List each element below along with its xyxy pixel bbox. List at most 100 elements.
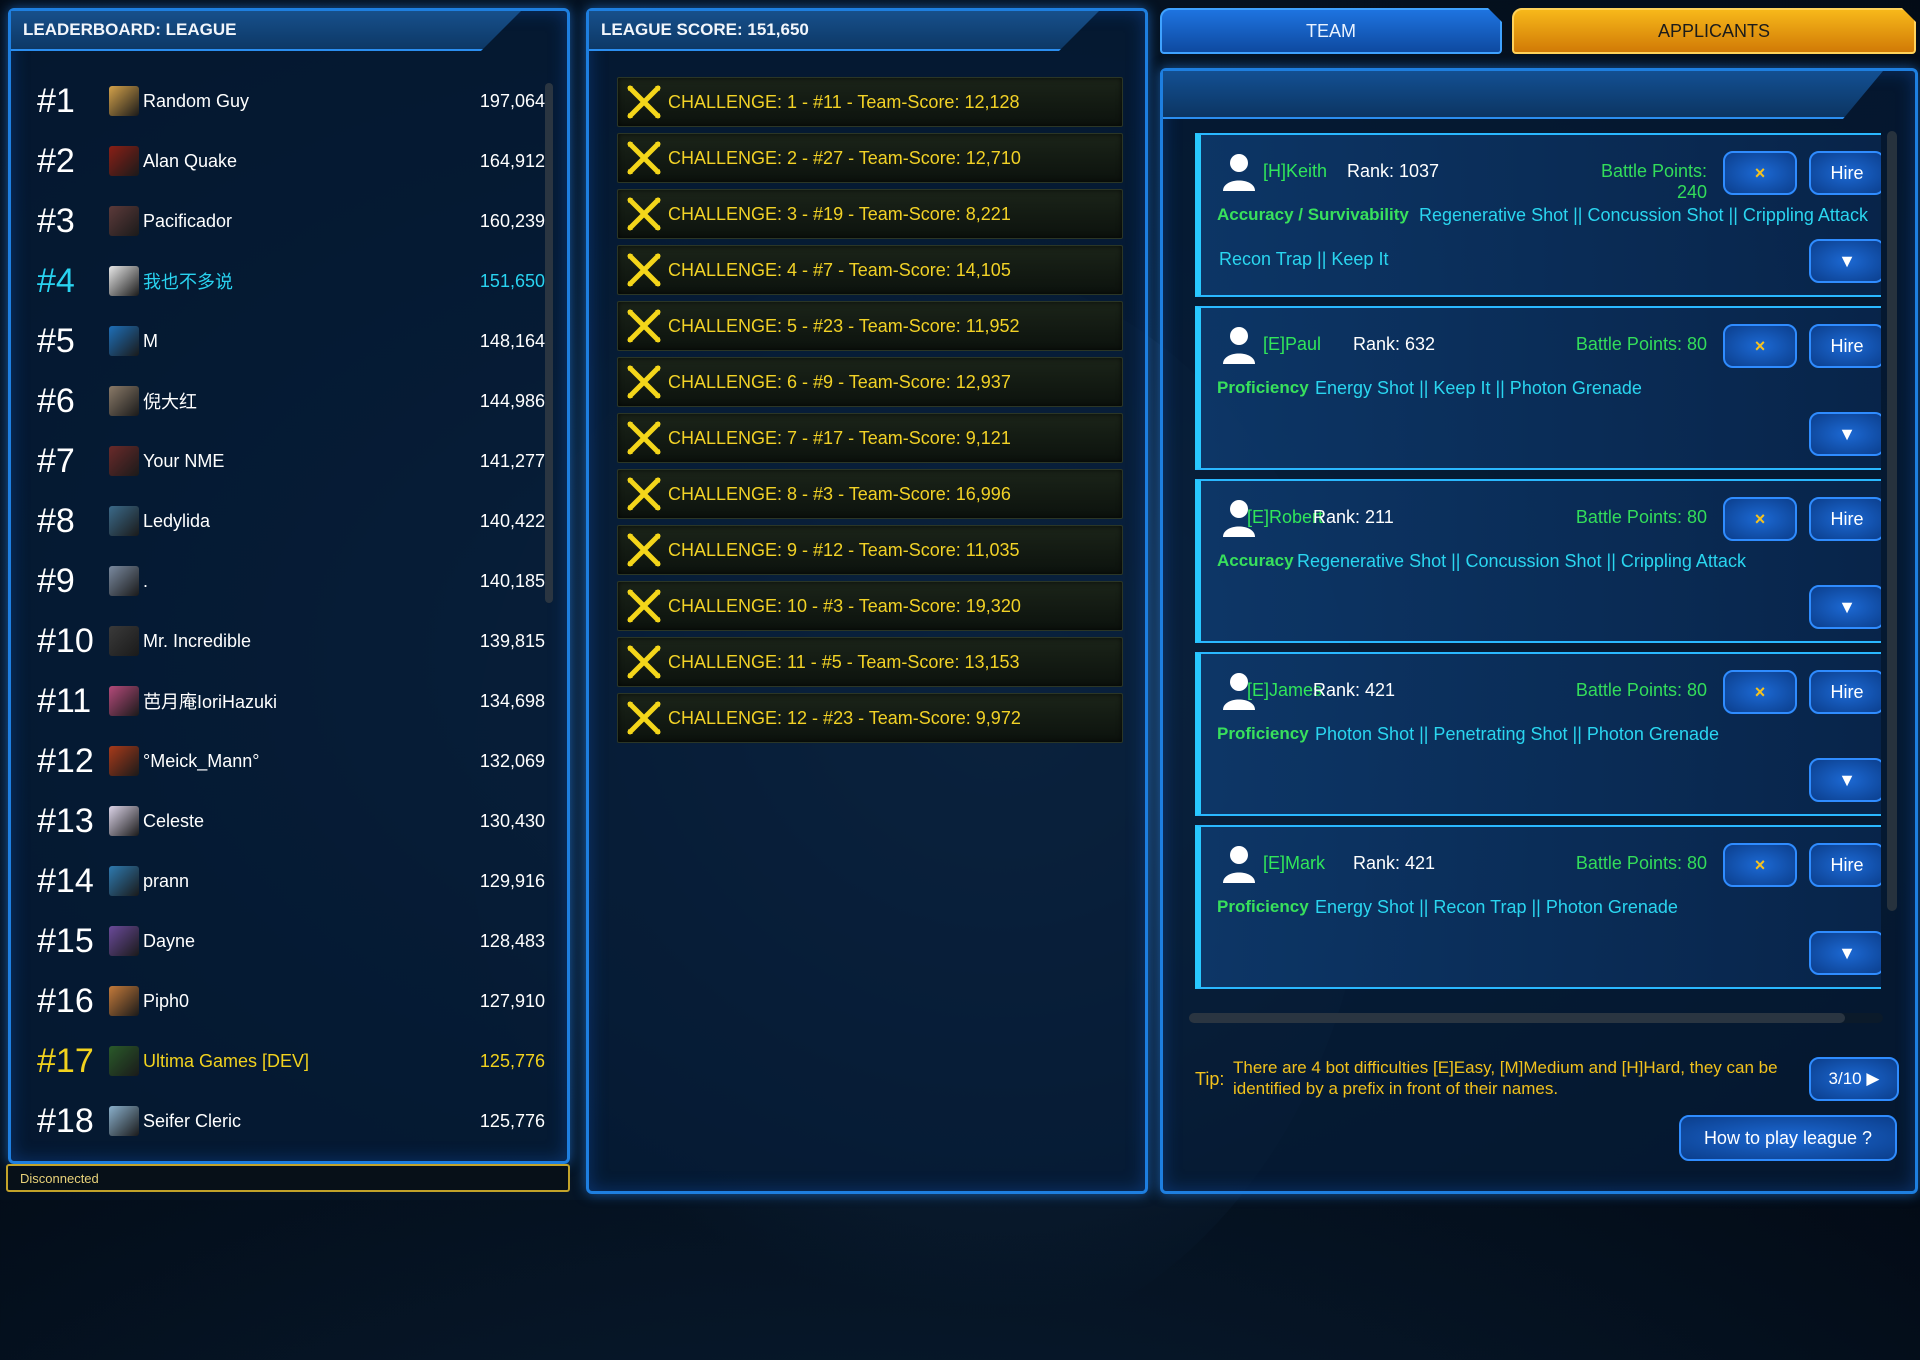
challenge-row[interactable]: CHALLENGE: 10 - #3 - Team-Score: 19,320 bbox=[617, 581, 1123, 631]
leaderboard-row[interactable]: #8 Ledylida 140,422 bbox=[25, 491, 545, 551]
player-score: 144,986 bbox=[479, 390, 545, 411]
leaderboard-rank: #10 bbox=[37, 621, 94, 660]
player-name: °Meick_Mann° bbox=[143, 750, 260, 771]
applicant-name: [E]Robert bbox=[1247, 507, 1324, 527]
leaderboard-rank: #17 bbox=[37, 1041, 94, 1080]
expand-button[interactable]: ▼ bbox=[1809, 758, 1881, 802]
leaderboard-scrollbar[interactable] bbox=[545, 83, 553, 603]
player-avatar bbox=[109, 626, 139, 656]
leaderboard-rank: #9 bbox=[37, 561, 75, 600]
challenge-row[interactable]: CHALLENGE: 9 - #12 - Team-Score: 11,035 bbox=[617, 525, 1123, 575]
challenge-cross-icon bbox=[624, 698, 664, 738]
expand-button[interactable]: ▼ bbox=[1809, 239, 1881, 283]
leaderboard-row[interactable]: #18 Seifer Cleric 125,776 bbox=[25, 1091, 545, 1151]
expand-button[interactable]: ▼ bbox=[1809, 931, 1881, 975]
challenge-row[interactable]: CHALLENGE: 12 - #23 - Team-Score: 9,972 bbox=[617, 693, 1123, 743]
leaderboard-row[interactable]: #2 Alan Quake 164,912 bbox=[25, 131, 545, 191]
applicant-vscroll-thumb[interactable] bbox=[1887, 131, 1897, 911]
player-name: Random Guy bbox=[143, 90, 250, 111]
reject-button[interactable]: × bbox=[1723, 324, 1797, 368]
challenge-row[interactable]: CHALLENGE: 1 - #11 - Team-Score: 12,128 bbox=[617, 77, 1123, 127]
applicant-horizontal-scrollbar[interactable] bbox=[1189, 1013, 1883, 1023]
leaderboard-row[interactable]: #3 Pacificador 160,239 bbox=[25, 191, 545, 251]
challenge-row[interactable]: CHALLENGE: 5 - #23 - Team-Score: 11,952 bbox=[617, 301, 1123, 351]
challenge-row[interactable]: CHALLENGE: 4 - #7 - Team-Score: 14,105 bbox=[617, 245, 1123, 295]
leaderboard-row[interactable]: #7 Your NME 141,277 bbox=[25, 431, 545, 491]
challenge-text: CHALLENGE: 5 - #23 - Team-Score: 11,952 bbox=[668, 315, 1020, 336]
challenge-row[interactable]: CHALLENGE: 7 - #17 - Team-Score: 9,121 bbox=[617, 413, 1123, 463]
challenge-cross-icon bbox=[624, 306, 664, 346]
leaderboard-row[interactable]: #16 Piph0 127,910 bbox=[25, 971, 545, 1031]
applicant-class: Accuracy bbox=[1217, 551, 1294, 570]
leaderboard-row[interactable]: #10 Mr. Incredible 139,815 bbox=[25, 611, 545, 671]
hire-button[interactable]: Hire bbox=[1809, 497, 1881, 541]
reject-button[interactable]: × bbox=[1723, 670, 1797, 714]
applicant-rank: Rank: 421 bbox=[1353, 853, 1436, 873]
hire-button[interactable]: Hire bbox=[1809, 843, 1881, 887]
applicants-header bbox=[1163, 71, 1883, 119]
player-avatar bbox=[109, 1106, 139, 1136]
hire-button[interactable]: Hire bbox=[1809, 324, 1881, 368]
challenge-text: CHALLENGE: 2 - #27 - Team-Score: 12,710 bbox=[668, 147, 1021, 168]
leaderboard-row[interactable]: #1 Random Guy 197,064 bbox=[25, 71, 545, 131]
player-name: 倪大红 bbox=[143, 392, 197, 412]
hire-button[interactable]: Hire bbox=[1809, 670, 1881, 714]
challenge-cross-icon bbox=[624, 138, 664, 178]
player-name: Alan Quake bbox=[143, 150, 238, 171]
challenge-cross-icon bbox=[624, 474, 664, 514]
leaderboard-row[interactable]: #14 prann 129,916 bbox=[25, 851, 545, 911]
challenge-row[interactable]: CHALLENGE: 2 - #27 - Team-Score: 12,710 bbox=[617, 133, 1123, 183]
challenge-row[interactable]: CHALLENGE: 8 - #3 - Team-Score: 16,996 bbox=[617, 469, 1123, 519]
challenge-text: CHALLENGE: 9 - #12 - Team-Score: 11,035 bbox=[668, 539, 1020, 560]
player-name: Mr. Incredible bbox=[143, 630, 252, 651]
challenge-row[interactable]: CHALLENGE: 6 - #9 - Team-Score: 12,937 bbox=[617, 357, 1123, 407]
player-avatar bbox=[109, 986, 139, 1016]
applicant-skills: Regenerative Shot || Concussion Shot || … bbox=[1419, 205, 1868, 225]
applicant-hscroll-thumb[interactable] bbox=[1189, 1013, 1845, 1023]
leaderboard-row[interactable]: #4 我也不多说 151,650 bbox=[25, 251, 545, 311]
player-avatar bbox=[109, 1046, 139, 1076]
player-score: 141,277 bbox=[479, 450, 545, 471]
tab-team[interactable]: TEAM bbox=[1160, 8, 1502, 54]
challenge-cross-icon bbox=[624, 194, 664, 234]
applicant-rank: Rank: 632 bbox=[1353, 334, 1436, 354]
leaderboard-rank: #2 bbox=[37, 141, 75, 180]
leaderboard-row[interactable]: #9. 140,185 bbox=[25, 551, 545, 611]
leaderboard-rank: #15 bbox=[37, 921, 94, 960]
challenge-row[interactable]: CHALLENGE: 3 - #19 - Team-Score: 8,221 bbox=[617, 189, 1123, 239]
applicant-vertical-scrollbar[interactable] bbox=[1887, 131, 1897, 911]
tab-applicants[interactable]: APPLICANTS bbox=[1512, 8, 1916, 54]
leaderboard-rank: #16 bbox=[37, 981, 94, 1020]
player-score: 197,064 bbox=[479, 90, 545, 111]
challenge-row[interactable]: CHALLENGE: 11 - #5 - Team-Score: 13,153 bbox=[617, 637, 1123, 687]
reject-button[interactable]: × bbox=[1723, 497, 1797, 541]
player-avatar bbox=[109, 326, 139, 356]
leaderboard-row[interactable]: #5 M 148,164 bbox=[25, 311, 545, 371]
leaderboard-scroll-thumb[interactable] bbox=[545, 83, 553, 603]
challenge-text: CHALLENGE: 12 - #23 - Team-Score: 9,972 bbox=[668, 707, 1021, 728]
leaderboard-row[interactable]: #13 Celeste 130,430 bbox=[25, 791, 545, 851]
leaderboard-row[interactable]: #15 Dayne 128,483 bbox=[25, 911, 545, 971]
leaderboard-row[interactable]: #11 芭月庵IoriHazuki 134,698 bbox=[25, 671, 545, 731]
hire-button[interactable]: Hire bbox=[1809, 151, 1881, 195]
reject-button[interactable]: × bbox=[1723, 843, 1797, 887]
applicant-name: [E]Mark bbox=[1263, 853, 1326, 873]
leaderboard-row[interactable]: #17 Ultima Games [DEV] 125,776 bbox=[25, 1031, 545, 1091]
applicant-card: [E]Mark Rank: 421 Battle Points: 80 × Hire Pr… bbox=[1195, 825, 1881, 989]
applicant-class: Proficiency bbox=[1217, 378, 1309, 397]
user-icon bbox=[1219, 843, 1259, 885]
expand-button[interactable]: ▼ bbox=[1809, 585, 1881, 629]
player-score: 160,239 bbox=[479, 210, 545, 231]
player-score: 148,164 bbox=[479, 330, 545, 351]
leaderboard-row[interactable]: #6 倪大红 144,986 bbox=[25, 371, 545, 431]
reject-button[interactable]: × bbox=[1723, 151, 1797, 195]
player-avatar bbox=[109, 146, 139, 176]
applicant-card: [H]Keith Rank: 1037 Battle Points: 240 × Hir… bbox=[1195, 133, 1881, 297]
leaderboard-row[interactable]: #12 °Meick_Mann° 132,069 bbox=[25, 731, 545, 791]
challenge-text: CHALLENGE: 4 - #7 - Team-Score: 14,105 bbox=[668, 259, 1011, 280]
tip-next-button[interactable]: 3/10 ▶ bbox=[1809, 1057, 1899, 1101]
expand-button[interactable]: ▼ bbox=[1809, 412, 1881, 456]
leaderboard-rank: #12 bbox=[37, 741, 94, 780]
player-avatar bbox=[109, 506, 139, 536]
how-to-play-button[interactable]: How to play league ? bbox=[1679, 1115, 1897, 1161]
